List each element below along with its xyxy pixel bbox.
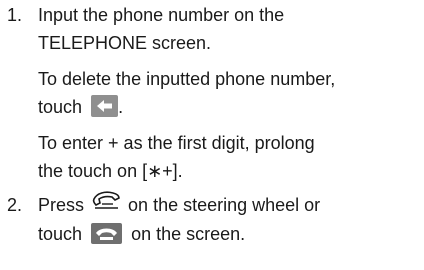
note-text-line: the touch on [∗+]. [38, 161, 183, 181]
step-text: on the steering wheel or [128, 195, 321, 215]
note-text: touch [38, 97, 83, 117]
step-text-line: Input the phone number on the [38, 5, 285, 25]
note-text-line: touch . [38, 93, 424, 121]
step-number: 2. [7, 195, 23, 215]
note-text-line: To delete the inputted phone number, [38, 69, 336, 89]
steering-wheel-phone-icon [91, 190, 121, 218]
plus-note: To enter + as the first digit, prolong t… [38, 129, 424, 185]
step-text: touch [38, 224, 83, 245]
instruction-step-2: 2. Press on the steering wheel or touch … [0, 191, 424, 248]
instruction-step-1: 1. Input the phone number on the TELEPHO… [0, 1, 424, 185]
step-number: 1. [7, 5, 23, 25]
step-text-line: touch on the screen. [38, 220, 424, 248]
delete-note: To delete the inputted phone number, tou… [38, 65, 424, 121]
step-text-line: TELEPHONE screen. [38, 33, 212, 53]
step-text: on the screen. [131, 224, 246, 245]
step-text-line: Press on the steering wheel or [38, 191, 424, 220]
step-text: Press [38, 195, 85, 215]
note-text-line: To enter + as the first digit, prolong [38, 133, 315, 153]
note-text: . [118, 97, 124, 117]
call-handset-icon [91, 223, 123, 244]
back-arrow-icon [91, 95, 119, 118]
